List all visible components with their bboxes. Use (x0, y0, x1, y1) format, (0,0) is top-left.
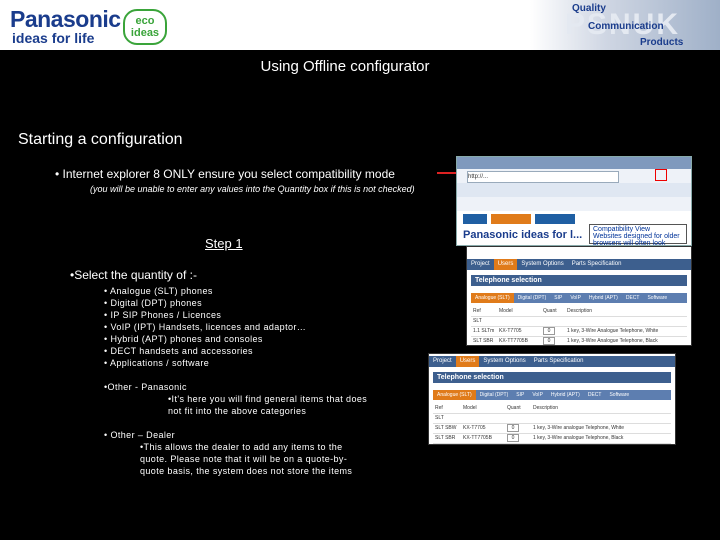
quantity-input[interactable]: 0 (543, 327, 555, 335)
cell-model: KX-TT7705B (499, 338, 528, 344)
subtab-dect[interactable]: DECT (584, 390, 606, 400)
category-item: • Applications / software (104, 358, 210, 368)
header-banner: Panasonic ideas for life eco ideas PSNUK… (0, 0, 720, 50)
subtab-voip[interactable]: VoIP (528, 390, 547, 400)
section-heading: Starting a configuration (18, 131, 183, 148)
subtab-digital[interactable]: Digital (DPT) (476, 390, 513, 400)
step-1-link[interactable]: Step 1 (205, 236, 243, 251)
eco-ideas-badge: eco ideas (123, 9, 167, 45)
quantity-input[interactable]: 0 (543, 337, 555, 345)
col-model: Model (499, 308, 513, 314)
subtab-software[interactable]: Software (605, 390, 633, 400)
eco-line2: ideas (130, 27, 160, 39)
nav-tab-system-options[interactable]: System Options (517, 259, 567, 270)
subtab-sip[interactable]: SIP (550, 293, 566, 303)
nav-tab-users[interactable]: Users (493, 259, 518, 270)
cell-description: 1 key, 3-Wire analogue Telephone, Black (533, 435, 624, 441)
cell-description: 1 key, 3-Wire analogue Telephone, White (533, 425, 624, 431)
page-tab (535, 214, 575, 224)
quality-word: Quality (572, 3, 606, 14)
other-dealer-label: • Other – Dealer (104, 430, 176, 440)
browser-titlebar (457, 157, 691, 169)
col-description: Description (567, 308, 593, 314)
subtab-voip[interactable]: VoIP (566, 293, 585, 303)
compatibility-tooltip: Compatibility View Websites designed for… (589, 224, 687, 246)
tagline: ideas for life (12, 30, 95, 46)
tooltip-text: Websites designed for older browsers wil… (593, 233, 680, 246)
address-field[interactable]: http://... (467, 171, 619, 183)
category-item: • DECT handsets and accessories (104, 346, 253, 356)
category-item: • Hybrid (APT) phones and consoles (104, 334, 263, 344)
category-list: • Analogue (SLT) phones • Digital (DPT) … (104, 285, 306, 369)
cell-ref: SLT (435, 415, 444, 421)
col-model: Model (463, 405, 477, 411)
other-panasonic-desc: •It's here you will find general items t… (168, 394, 368, 416)
col-ref: Ref (435, 405, 443, 411)
category-item: • Digital (DPT) phones (104, 298, 202, 308)
browser-screenshot: http://... Panasonic ideas for l... Comp… (456, 156, 692, 246)
telephone-selection-header: Telephone selection (471, 275, 687, 286)
quality-banner: PSNUK Quality Communication Products (530, 0, 720, 50)
nav-tab-project[interactable]: Project (429, 356, 456, 367)
cell-model: KX-T7705 (463, 425, 486, 431)
products-word: Products (640, 37, 684, 48)
subtab-dect[interactable]: DECT (622, 293, 644, 303)
slide-title: Using Offline configurator (260, 58, 430, 75)
table-row: SLT SBR KX-TT7705B 0 1 key, 3-Wire analo… (433, 433, 671, 444)
page-tab (463, 214, 487, 224)
tooltip-title: Compatibility View (593, 226, 651, 233)
nav-tab-project[interactable]: Project (467, 259, 494, 270)
panasonic-logo: Panasonic (10, 6, 121, 32)
col-quant: Quant (543, 308, 557, 314)
panel-nav: Project Users System Options Parts Specific… (429, 356, 675, 367)
subtab-digital[interactable]: Digital (DPT) (514, 293, 551, 303)
telephone-selection-header: Telephone selection (433, 372, 671, 383)
category-item: • Analogue (SLT) phones (104, 286, 213, 296)
phone-type-tabs: Analogue (SLT) Digital (DPT) SIP VoIP Hybrid… (471, 293, 687, 311)
cell-ref: SLT SBR (473, 338, 494, 344)
browser-search-bar (457, 197, 691, 211)
category-item: • VoIP (IPT) Handsets, licences and adap… (104, 322, 307, 332)
cell-model: KX-TT7705B (463, 435, 492, 441)
cell-description: 1 key, 3-Wire Analogue Telephone, White (567, 328, 659, 334)
subtab-software[interactable]: Software (643, 293, 671, 303)
col-description: Description (533, 405, 559, 411)
col-quant: Quant (507, 405, 521, 411)
panel-nav: Project Users System Options Parts Specific… (467, 259, 691, 270)
other-panasonic-label: •Other - Panasonic (104, 382, 187, 392)
communication-word: Communication (588, 21, 664, 32)
quantity-input[interactable]: 0 (507, 424, 519, 432)
phone-type-tabs: Analogue (SLT) Digital (DPT) SIP VoIP Hybrid… (433, 390, 671, 400)
nav-tab-users[interactable]: Users (455, 356, 480, 367)
cell-ref: 1.1 SLTm (473, 328, 495, 334)
browser-favorites-bar (457, 183, 691, 197)
category-item: • IP SIP Phones / Licences (104, 310, 222, 320)
subtab-analogue[interactable]: Analogue (SLT) (471, 293, 514, 303)
cell-description: 1 key, 3-Wire Analogue Telephone, Black (567, 338, 658, 344)
page-brand: Panasonic ideas for l... (463, 229, 583, 241)
compatibility-view-icon[interactable] (655, 169, 667, 181)
other-dealer-desc: •This allows the dealer to add any items… (140, 442, 353, 476)
cell-ref: SLT SBR (435, 435, 456, 441)
page-tab-active (491, 214, 531, 224)
quantity-input[interactable]: 0 (507, 434, 519, 442)
eco-line1: eco (135, 15, 155, 27)
nav-tab-parts-specification[interactable]: Parts Specification (568, 259, 626, 270)
configurator-panel-top: Project Users System Options Parts Specific… (466, 246, 692, 346)
nav-tab-system-options[interactable]: System Options (479, 356, 529, 367)
subtab-analogue[interactable]: Analogue (SLT) (433, 390, 476, 400)
subtab-hybrid[interactable]: Hybrid (APT) (547, 390, 584, 400)
cell-model: KX-T7705 (499, 328, 522, 334)
col-ref: Ref (473, 308, 481, 314)
select-quantity-text: •Select the quantity of :- (70, 268, 197, 282)
ie-warning: (you will be unable to enter any values … (90, 184, 415, 194)
nav-tab-parts-specification[interactable]: Parts Specification (530, 356, 588, 367)
configurator-panel-bottom: Project Users System Options Parts Specific… (428, 353, 676, 445)
subtab-sip[interactable]: SIP (512, 390, 528, 400)
table-row: SLT SBR KX-TT7705B 0 1 key, 3-Wire Analo… (471, 336, 687, 345)
cell-ref: SLT SBW (435, 425, 457, 431)
cell-ref: SLT (473, 318, 482, 324)
ie-note: • Internet explorer 8 ONLY ensure you se… (55, 167, 395, 181)
subtab-hybrid[interactable]: Hybrid (APT) (585, 293, 622, 303)
